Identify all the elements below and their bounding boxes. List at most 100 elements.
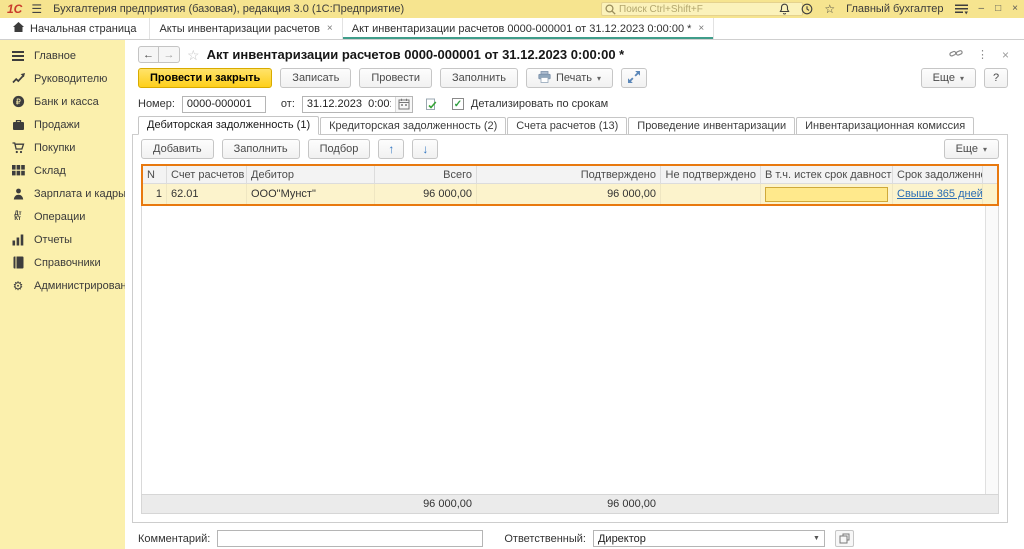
global-search[interactable]: [601, 2, 803, 16]
col-header-account[interactable]: Счет расчетов: [167, 166, 247, 184]
calendar-icon[interactable]: [395, 97, 412, 112]
responsible-input[interactable]: [594, 533, 809, 545]
back-button[interactable]: ←: [138, 46, 159, 63]
sidebar-label: Банк и касса: [34, 96, 99, 108]
table-header-row: N Счет расчетов Дебитор Всего Подтвержде…: [143, 166, 997, 184]
expired-amount-input[interactable]: [765, 187, 888, 202]
cell-debtor[interactable]: ООО"Мунст": [247, 184, 375, 204]
open-responsible-button[interactable]: [835, 530, 854, 547]
post-button[interactable]: Провести: [359, 68, 432, 88]
service-menu-icon[interactable]: [955, 4, 968, 15]
col-header-unconfirmed[interactable]: Не подтверждено: [661, 166, 761, 184]
main-menu-icon[interactable]: ☰: [31, 2, 42, 16]
sidebar-item-sales[interactable]: Продажи: [0, 113, 125, 136]
number-input[interactable]: [182, 96, 266, 113]
sidebar-item-main[interactable]: Главное: [0, 44, 125, 67]
sections-sidebar: Главное Руководителю ₽ Банк и касса Прод…: [0, 40, 125, 549]
sidebar-label: Продажи: [34, 119, 80, 131]
cart-icon: [11, 142, 25, 154]
sidebar-label: Склад: [34, 165, 66, 177]
history-icon[interactable]: [801, 3, 813, 15]
fill-table-button[interactable]: Заполнить: [222, 139, 300, 159]
tab-receivables[interactable]: Дебиторская задолженность (1): [138, 116, 319, 135]
tab-payables[interactable]: Кредиторская задолженность (2): [320, 117, 506, 135]
print-button[interactable]: Печать ▾: [526, 68, 613, 88]
close-tab-icon[interactable]: ×: [698, 24, 704, 34]
favorites-star-icon[interactable]: ☆: [824, 3, 835, 15]
favorite-star-icon[interactable]: ☆: [187, 48, 200, 62]
col-header-n[interactable]: N: [143, 166, 167, 184]
move-row-up-button[interactable]: ↑: [378, 139, 404, 159]
pick-button[interactable]: Подбор: [308, 139, 371, 159]
sidebar-item-directories[interactable]: Справочники: [0, 251, 125, 274]
more-button[interactable]: Еще ▾: [921, 68, 976, 88]
sidebar-item-operations[interactable]: ДтКт Операции: [0, 205, 125, 228]
tab-inventory-execution[interactable]: Проведение инвентаризации: [628, 117, 795, 135]
table-more-button[interactable]: Еще ▾: [944, 139, 999, 159]
notifications-bell-icon[interactable]: [779, 3, 790, 15]
date-label: от:: [281, 98, 295, 110]
close-window-button[interactable]: ×: [1012, 4, 1018, 14]
tab-home[interactable]: Начальная страница: [0, 18, 150, 39]
tab-act-document[interactable]: Акт инвентаризации расчетов 0000-000001 …: [343, 18, 715, 39]
table-row[interactable]: 1 62.01 ООО"Мунст" 96 000,00 96 000,00 С…: [143, 184, 997, 204]
trend-icon: [11, 73, 25, 84]
tab-inventory-commission[interactable]: Инвентаризационная комиссия: [796, 117, 974, 135]
chevron-down-icon: ▾: [960, 74, 964, 83]
dropdown-chevron-icon[interactable]: ▼: [809, 531, 824, 546]
move-row-down-button[interactable]: ↓: [412, 139, 438, 159]
selected-row-frame: N Счет расчетов Дебитор Всего Подтвержде…: [141, 164, 999, 206]
get-link-icon[interactable]: [949, 48, 963, 62]
post-and-close-button[interactable]: Провести и закрыть: [138, 68, 272, 88]
more-actions-kebab-icon[interactable]: ⋮: [977, 48, 988, 61]
more-label: Еще: [933, 72, 955, 84]
add-row-button[interactable]: Добавить: [141, 139, 214, 159]
sidebar-item-manager[interactable]: Руководителю: [0, 67, 125, 90]
maximize-button[interactable]: □: [995, 4, 1001, 14]
minimize-button[interactable]: –: [979, 4, 985, 14]
cell-expired[interactable]: [761, 184, 893, 204]
col-header-term[interactable]: Срок задолженности: [893, 166, 983, 184]
fill-button[interactable]: Заполнить: [440, 68, 518, 88]
totals-total: 96 000,00: [374, 495, 476, 513]
help-button[interactable]: ?: [984, 68, 1008, 88]
sidebar-item-administration[interactable]: ⚙ Администрирование: [0, 274, 125, 297]
cell-account[interactable]: 62.01: [167, 184, 247, 204]
cell-term[interactable]: Свыше 365 дней: [893, 184, 983, 204]
sidebar-item-bank-cash[interactable]: ₽ Банк и касса: [0, 90, 125, 113]
debt-term-link[interactable]: Свыше 365 дней: [897, 188, 983, 200]
home-tab-label: Начальная страница: [30, 23, 136, 35]
window-titlebar: 1С ☰ Бухгалтерия предприятия (базовая), …: [0, 0, 1024, 18]
tab-accounts[interactable]: Счета расчетов (13): [507, 117, 627, 135]
col-header-debtor[interactable]: Дебитор: [247, 166, 375, 184]
sidebar-label: Зарплата и кадры: [34, 188, 126, 200]
current-user-role[interactable]: Главный бухгалтер: [846, 3, 943, 15]
sidebar-item-purchases[interactable]: Покупки: [0, 136, 125, 159]
cell-total[interactable]: 96 000,00: [375, 184, 477, 204]
close-form-icon[interactable]: ×: [1002, 48, 1009, 62]
date-field[interactable]: [302, 96, 413, 113]
cell-unconfirmed[interactable]: [661, 184, 761, 204]
save-button[interactable]: Записать: [280, 68, 351, 88]
sidebar-item-warehouse[interactable]: Склад: [0, 159, 125, 182]
sidebar-item-salary-hr[interactable]: Зарплата и кадры: [0, 182, 125, 205]
table-totals-row: 96 000,00 96 000,00: [141, 494, 999, 514]
vertical-scrollbar[interactable]: [985, 206, 998, 494]
table-empty-area[interactable]: [141, 206, 999, 494]
date-input[interactable]: [303, 98, 395, 110]
detail-by-terms-checkbox[interactable]: [452, 98, 464, 110]
search-input[interactable]: [619, 4, 799, 15]
arrow-down-icon: ↓: [422, 142, 428, 156]
close-tab-icon[interactable]: ×: [327, 24, 333, 34]
responsible-field[interactable]: ▼: [593, 530, 825, 547]
col-header-total[interactable]: Всего: [375, 166, 477, 184]
cell-row-number[interactable]: 1: [143, 184, 167, 204]
cell-confirmed[interactable]: 96 000,00: [477, 184, 661, 204]
related-documents-button[interactable]: [621, 68, 647, 88]
col-header-confirmed[interactable]: Подтверждено: [477, 166, 661, 184]
comment-input[interactable]: [217, 530, 483, 547]
forward-button[interactable]: →: [159, 46, 180, 63]
col-header-expired[interactable]: В т.ч. истек срок давности: [761, 166, 893, 184]
tab-acts-list[interactable]: Акты инвентаризации расчетов ×: [150, 18, 342, 39]
sidebar-item-reports[interactable]: Отчеты: [0, 228, 125, 251]
